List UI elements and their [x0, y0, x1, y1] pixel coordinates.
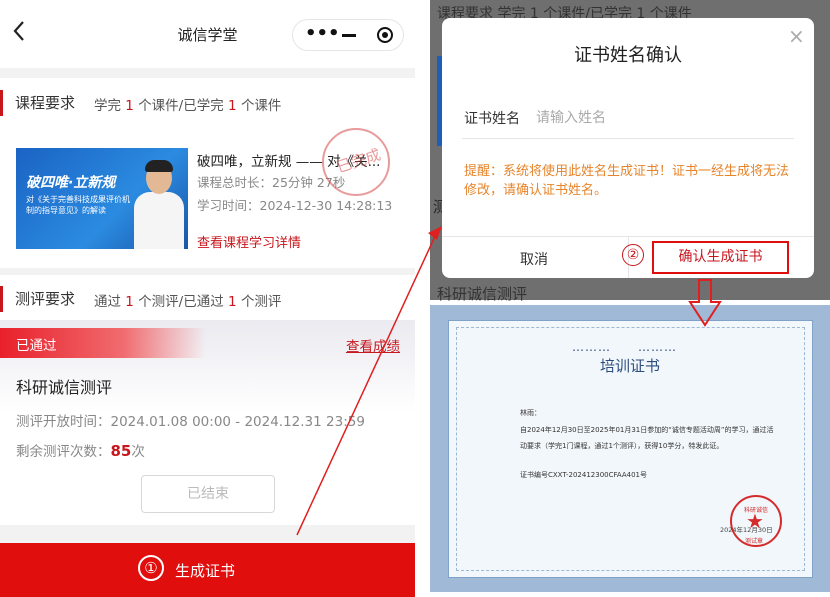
step-one-marker: ① — [138, 555, 164, 581]
status-badge-label: 已通过 — [16, 338, 57, 354]
confirm-generate-button[interactable]: 确认生成证书 — [652, 241, 789, 274]
generate-certificate-label: 生成证书 — [175, 562, 236, 580]
ended-button[interactable]: 已结束 — [141, 475, 275, 513]
certificate-body: 自2024年12月30日至2025年01月31日参加的“诚信专题活动周”的学习，… — [520, 426, 774, 450]
req-prefix: 学完 — [94, 98, 121, 114]
course-requirement-title: 课程要求 — [0, 90, 75, 116]
test-requirement-progress: 通过 1 个测评/已通过 1 个测评 — [94, 290, 281, 310]
req-suffix: 个课件 — [240, 98, 282, 114]
certificate-date: 2024年12月30日 — [720, 526, 773, 534]
minimize-icon[interactable] — [342, 34, 356, 37]
certificate-stamp-text: 测试章 — [745, 538, 764, 545]
certificate-title: 培训证书 — [599, 357, 660, 375]
req-prefix: 通过 — [94, 294, 121, 310]
thumb-subtitle: 对《关于完善科技成果评价机制的指导意见》的解读 — [26, 195, 130, 215]
certificate-recipient: 林雨： — [520, 409, 541, 417]
title-ornament-right: ……… — [638, 340, 677, 354]
warning-tip: 提醒：系统将使用此姓名生成证书！证书一经生成将无法修改，请确认证书姓名。 — [464, 164, 790, 198]
input-divider — [462, 138, 794, 139]
remaining-attempts: 剩余测评次数：85次 — [16, 440, 145, 460]
req-mid: 个课件/已学完 — [138, 98, 224, 114]
course-study-time: 学习时间：2024-12-30 14:28:13 — [197, 198, 393, 213]
miniprogram-capsule: ••• — [292, 19, 404, 51]
remaining-label: 剩余测评次数： — [16, 444, 111, 460]
course-duration: 课程总时长：25分钟 27秒 — [197, 175, 346, 190]
cancel-button[interactable]: 取消 — [520, 249, 548, 269]
close-target-icon[interactable] — [377, 27, 393, 43]
done-count: 1 — [228, 294, 237, 310]
req-count: 1 — [125, 98, 134, 114]
course-thumbnail[interactable]: 破四唯·立新规 对《关于完善科技成果评价机制的指导意见》的解读 — [16, 148, 188, 249]
req-suffix: 个测评 — [240, 294, 282, 310]
test-open-time: 测评开放时间：2024.01.08 00:00 - 2024.12.31 23:… — [16, 414, 365, 430]
course-requirement-progress: 学完 1 个课件/已学完 1 个课件 — [94, 94, 281, 114]
presenter-image — [134, 160, 184, 249]
certificate-name-label: 证书姓名 — [464, 111, 520, 127]
dialog-title: 证书姓名确认 — [574, 45, 682, 66]
test-name: 科研诚信测评 — [16, 378, 113, 397]
completed-seal: 已完成 — [322, 128, 390, 196]
view-score-link[interactable]: 查看成绩 — [346, 335, 400, 355]
certificate-name-input[interactable] — [536, 106, 791, 130]
req-count: 1 — [125, 294, 134, 310]
background-test-name: 科研诚信测评 — [437, 285, 528, 303]
thumb-title: 破四唯·立新规 — [26, 175, 116, 191]
generate-certificate-button[interactable]: ① 生成证书 — [0, 543, 415, 597]
seal-text: 已完成 — [334, 145, 383, 177]
test-requirement-title: 测评要求 — [0, 286, 75, 312]
remaining-count: 85 — [110, 442, 132, 460]
more-icon[interactable]: ••• — [305, 24, 340, 44]
certificate-number: 证书编号CXXT-202412300CFAA401号 — [520, 471, 648, 479]
done-count: 1 — [228, 98, 237, 114]
step-two-marker: ② — [622, 244, 644, 266]
title-ornament-left: ……… — [572, 340, 611, 354]
close-icon[interactable]: × — [788, 24, 805, 48]
course-detail-link[interactable]: 查看课程学习详情 — [197, 232, 301, 251]
remaining-unit: 次 — [131, 444, 145, 460]
req-mid: 个测评/已通过 — [138, 294, 224, 310]
status-badge: 已通过 — [0, 328, 206, 358]
